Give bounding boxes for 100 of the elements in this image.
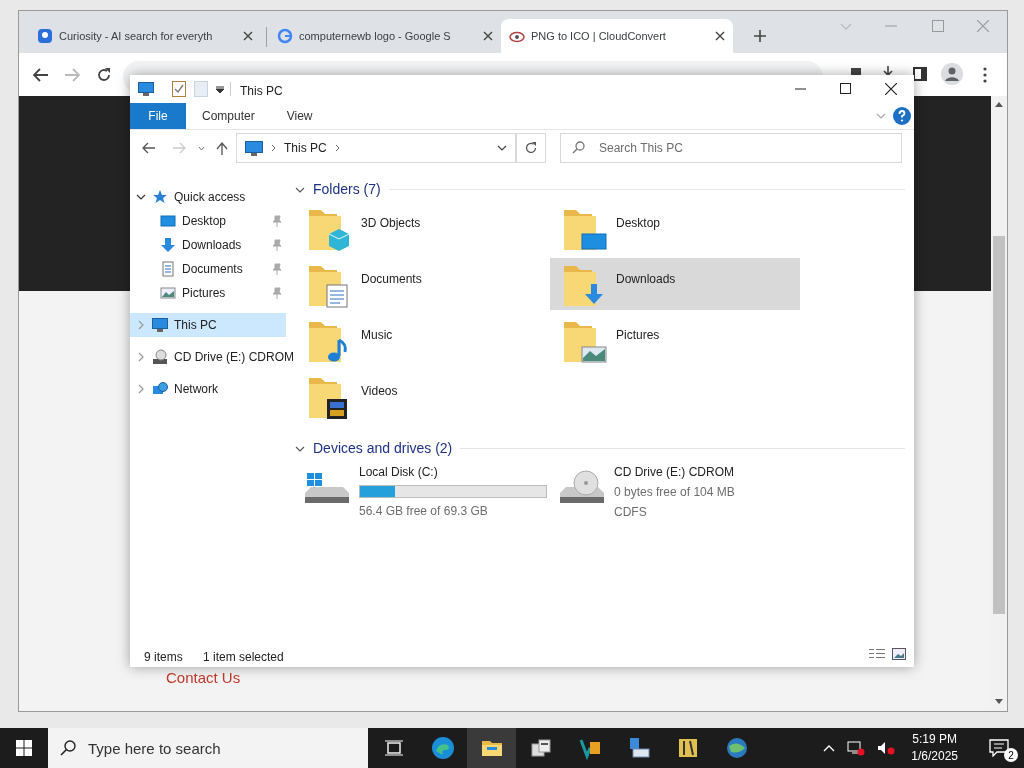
close-icon[interactable]	[885, 83, 897, 95]
details-view-icon[interactable]	[869, 648, 885, 660]
breadcrumb-chevron-icon[interactable]	[271, 144, 276, 152]
folder-item[interactable]: Desktop	[550, 202, 800, 254]
folder-item[interactable]: Music	[295, 314, 550, 366]
folder-item[interactable]: Documents	[295, 258, 550, 310]
back-arrow-icon[interactable]	[142, 142, 156, 154]
file-menu-tab[interactable]: File	[130, 103, 186, 129]
close-icon[interactable]	[483, 31, 493, 41]
globe-icon	[724, 736, 749, 760]
browser-tab[interactable]: Curiosity - AI search for everyth	[29, 19, 261, 53]
search-icon	[572, 141, 585, 154]
tab-title: computernewb logo - Google S	[299, 28, 452, 44]
more-menu-icon[interactable]	[983, 67, 987, 83]
taskbar-search-field[interactable]: Type here to search	[48, 728, 368, 768]
file-system-text: CDFS	[614, 504, 648, 521]
breadcrumb-chevron-icon[interactable]	[334, 144, 340, 152]
speaker-muted-icon[interactable]	[877, 740, 896, 756]
scroll-up-icon[interactable]	[995, 102, 1003, 107]
nav-tree-item[interactable]: Network	[130, 377, 286, 401]
browser-tab[interactable]: computernewb logo - Google S	[269, 19, 501, 53]
help-icon[interactable]	[893, 107, 911, 125]
ribbon-tab[interactable]: Computer	[186, 103, 271, 129]
drive-space-text: 0 bytes free of 104 MB	[614, 484, 735, 501]
nav-item-label: Downloads	[182, 237, 243, 254]
server-icon	[528, 736, 553, 760]
customize-dropdown-icon[interactable]	[216, 86, 224, 93]
drive-name: Local Disk (C:)	[359, 464, 439, 481]
folder-item[interactable]: Pictures	[550, 314, 800, 366]
computer-icon	[152, 317, 168, 333]
address-field[interactable]: This PC	[236, 133, 516, 163]
large-icons-view-icon[interactable]	[892, 648, 906, 660]
tray-chevron-icon[interactable]	[823, 744, 836, 752]
message-icon	[989, 739, 1009, 757]
task-view-icon	[385, 740, 403, 756]
network-status-icon[interactable]	[847, 740, 866, 756]
nav-item-label: Documents	[182, 261, 244, 278]
search-icon	[60, 740, 76, 756]
reload-icon[interactable]	[96, 67, 112, 83]
close-icon[interactable]	[243, 31, 253, 41]
scroll-down-icon[interactable]	[995, 699, 1003, 704]
collapse-chevron-icon[interactable]	[295, 445, 305, 452]
picture-icon	[160, 285, 176, 301]
clock-button[interactable]: 5:19 PM 1/6/2025	[907, 731, 962, 765]
folder-item[interactable]: Downloads	[550, 258, 800, 310]
address-dropdown-icon[interactable]	[497, 145, 507, 151]
nav-tree-item[interactable]: Downloads	[130, 233, 286, 257]
refresh-button[interactable]	[516, 133, 546, 163]
properties-icon[interactable]	[172, 81, 186, 97]
taskbar-app-button[interactable]	[467, 728, 516, 768]
group-header[interactable]: Folders (7)	[313, 179, 381, 200]
close-icon[interactable]	[715, 31, 725, 41]
computer-icon	[245, 140, 263, 156]
drive-name: CD Drive (E:) CDROM	[614, 464, 735, 481]
computer-icon	[138, 82, 154, 96]
sidebar-icon[interactable]	[913, 67, 927, 81]
expand-chevron-icon[interactable]	[136, 384, 146, 394]
document-icon	[160, 261, 176, 277]
nav-tree-item[interactable]: This PC	[130, 313, 286, 337]
star-icon	[152, 189, 168, 205]
swirl-logo-icon	[430, 736, 455, 760]
windows-logo-icon	[16, 740, 32, 756]
disc-drive-icon	[152, 349, 168, 365]
collapse-chevron-icon[interactable]	[136, 192, 146, 202]
refresh-icon	[525, 142, 537, 154]
contact-link[interactable]: Contact Us	[166, 670, 241, 686]
recent-dropdown-icon[interactable]	[198, 146, 205, 151]
nav-item-label: This PC	[174, 317, 217, 334]
notification-count-badge: 2	[1004, 748, 1018, 762]
tab-title: PNG to ICO | CloudConvert	[531, 28, 667, 44]
group-header[interactable]: Devices and drives (2)	[313, 438, 453, 459]
folder-item[interactable]: 3D Objects	[295, 202, 550, 254]
expand-chevron-icon[interactable]	[136, 352, 146, 362]
selection-count-text: 1 item selected	[203, 649, 284, 666]
network-icon	[152, 381, 168, 397]
nav-item-label: Network	[174, 381, 218, 398]
breadcrumb-item[interactable]: This PC	[284, 139, 327, 157]
browser-tab[interactable]: PNG to ICO | CloudConvert	[501, 19, 733, 53]
nav-tree-item[interactable]: Quick access	[130, 185, 286, 209]
desktop-icon	[160, 213, 176, 229]
up-arrow-icon[interactable]	[216, 142, 228, 156]
nav-tree-item[interactable]: Pictures	[130, 281, 286, 305]
new-tab-icon[interactable]	[753, 29, 767, 43]
maximize-icon[interactable]	[840, 83, 851, 94]
tab-title: Curiosity - AI search for everyth	[59, 28, 214, 44]
back-arrow-icon[interactable]	[33, 68, 49, 82]
app-logo-icon	[37, 28, 53, 44]
profile-avatar-icon[interactable]	[941, 63, 963, 85]
scrollbar-thumb[interactable]	[993, 236, 1005, 614]
window-title: This PC	[240, 83, 283, 100]
nav-tree-item[interactable]: Desktop	[130, 209, 286, 233]
folder-item[interactable]: Videos	[295, 370, 550, 422]
google-logo-icon	[277, 28, 293, 44]
nav-item-label: CD Drive (E:) CDROM	[174, 349, 294, 366]
ribbon-tab[interactable]: View	[270, 103, 329, 129]
collapse-chevron-icon[interactable]	[295, 186, 305, 193]
nav-tree-item[interactable]: Documents	[130, 257, 286, 281]
search-field[interactable]: Search This PC	[560, 133, 902, 163]
nav-item-label: Pictures	[182, 285, 227, 302]
nav-item-label: Quick access	[174, 189, 246, 206]
